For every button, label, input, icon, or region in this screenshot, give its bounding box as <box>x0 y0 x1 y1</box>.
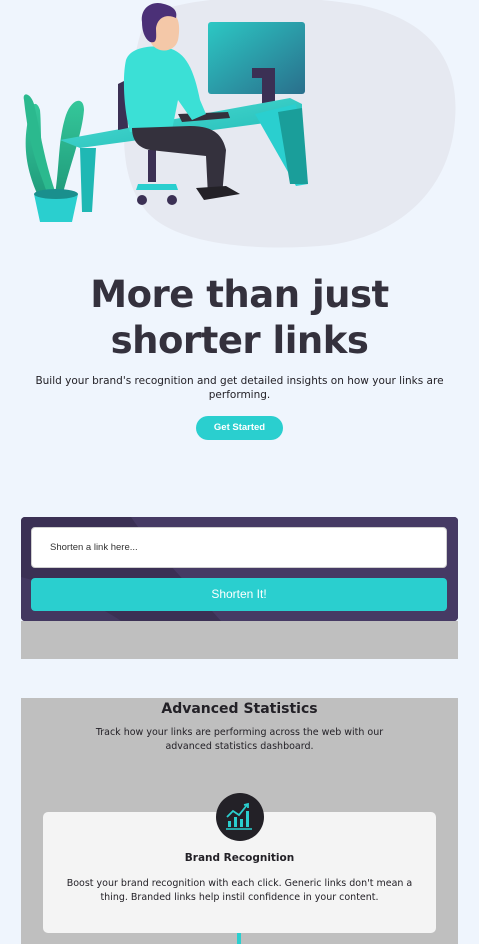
get-started-button[interactable]: Get Started <box>196 416 283 440</box>
hero-title-line1: More than just <box>90 273 389 316</box>
shorten-form: Shorten a link here... Shorten It! <box>21 517 458 621</box>
feature-card: Brand Recognition Boost your brand recog… <box>43 793 436 933</box>
card-text: Boost your brand recognition with each c… <box>66 878 413 903</box>
statistics-title: Advanced Statistics <box>161 701 318 717</box>
hero-title: More than just shorter links <box>0 272 479 364</box>
hero-subtitle: Build your brand's recognition and get d… <box>35 375 444 401</box>
shorten-input[interactable]: Shorten a link here... <box>31 527 447 568</box>
hero-title-line2: shorter links <box>110 319 369 362</box>
hero-illustration <box>0 0 479 250</box>
shorten-button[interactable]: Shorten It! <box>31 578 447 611</box>
statistics-section: Advanced Statistics Track how your links… <box>21 698 458 944</box>
results-area <box>21 621 458 659</box>
brand-recognition-icon <box>216 793 264 841</box>
card-title: Brand Recognition <box>184 852 295 864</box>
statistics-subtitle: Track how your links are performing acro… <box>95 727 384 752</box>
